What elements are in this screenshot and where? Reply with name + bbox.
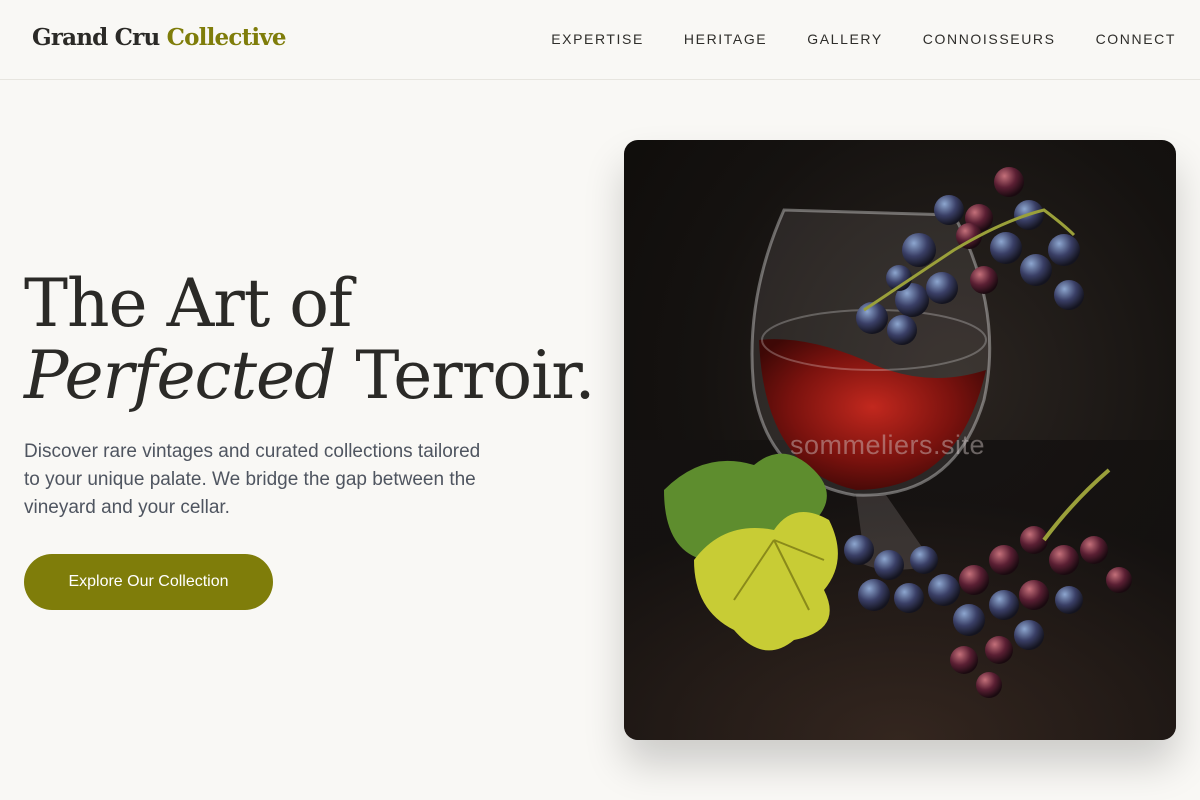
image-watermark: sommeliers.site: [790, 430, 986, 460]
brand-name-primary: Grand Cru: [32, 24, 160, 51]
nav-item-gallery[interactable]: GALLERY: [807, 31, 883, 47]
brand-logo[interactable]: Grand Cru Collective: [32, 24, 287, 51]
explore-collection-button[interactable]: Explore Our Collection: [24, 554, 273, 610]
nav-item-heritage[interactable]: HERITAGE: [684, 31, 767, 47]
site-header: Grand Cru Collective EXPERTISE HERITAGE …: [0, 0, 1200, 80]
nav-item-connoisseurs[interactable]: CONNOISSEURS: [923, 31, 1056, 47]
hero-title-italic: Perfected: [24, 337, 336, 414]
nav-item-connect[interactable]: CONNECT: [1096, 31, 1176, 47]
hero-title: The Art of Perfected Terroir.: [24, 268, 604, 412]
nav-item-expertise[interactable]: EXPERTISE: [551, 31, 644, 47]
hero-title-rest: Terroir.: [355, 337, 595, 414]
main-nav: EXPERTISE HERITAGE GALLERY CONNOISSEURS …: [551, 31, 1176, 47]
hero-title-line1: The Art of: [24, 265, 352, 342]
brand-name-accent: Collective: [166, 24, 287, 51]
hero-image: sommeliers.site: [624, 140, 1176, 740]
hero-subtitle: Discover rare vintages and curated colle…: [24, 441, 481, 518]
